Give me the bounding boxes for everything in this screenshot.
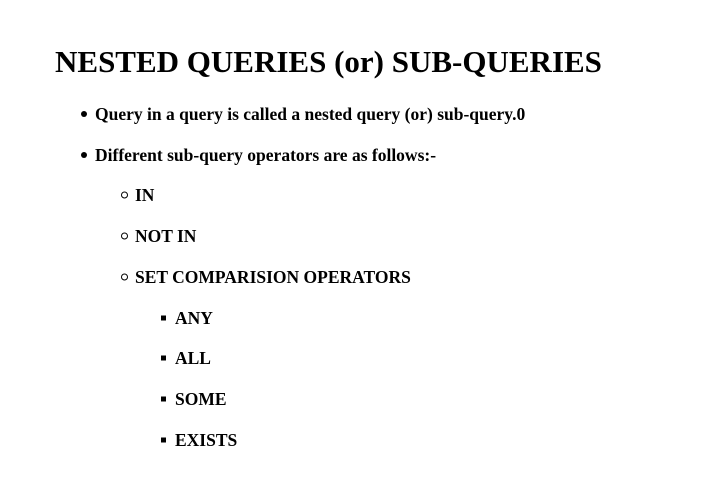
- list-item-text: IN: [135, 185, 155, 205]
- square-bullet-icon: [161, 355, 166, 361]
- square-bullet-icon: [161, 437, 166, 443]
- circle-bullet-icon: [121, 232, 128, 240]
- list-item-text: EXISTS: [175, 430, 238, 450]
- list-item: ANY: [161, 307, 213, 329]
- list-item-text: ANY: [175, 308, 213, 328]
- page-title: NESTED QUERIES (or) SUB-QUERIES: [55, 44, 602, 79]
- list-item: SET COMPARISION OPERATORS: [121, 266, 411, 288]
- list-item: EXISTS: [161, 429, 238, 451]
- list-item-text: SOME: [175, 389, 227, 409]
- list-item: SOME: [161, 388, 227, 410]
- disc-bullet-icon: [81, 152, 87, 158]
- list-item-text: ALL: [175, 348, 211, 368]
- disc-bullet-icon: [81, 111, 87, 117]
- list-item-text: SET COMPARISION OPERATORS: [135, 267, 411, 287]
- list-item-text: Different sub-query operators are as fol…: [95, 145, 437, 165]
- list-item-text: Query in a query is called a nested quer…: [95, 104, 526, 124]
- list-item-text: NOT IN: [135, 226, 197, 246]
- square-bullet-icon: [161, 315, 166, 321]
- list-item: ALL: [161, 347, 211, 369]
- list-item: Different sub-query operators are as fol…: [81, 144, 437, 166]
- list-item: Query in a query is called a nested quer…: [81, 103, 526, 125]
- square-bullet-icon: [161, 396, 166, 402]
- circle-bullet-icon: [121, 191, 128, 199]
- circle-bullet-icon: [121, 273, 128, 281]
- list-item: IN: [121, 184, 155, 206]
- list-item: NOT IN: [121, 225, 197, 247]
